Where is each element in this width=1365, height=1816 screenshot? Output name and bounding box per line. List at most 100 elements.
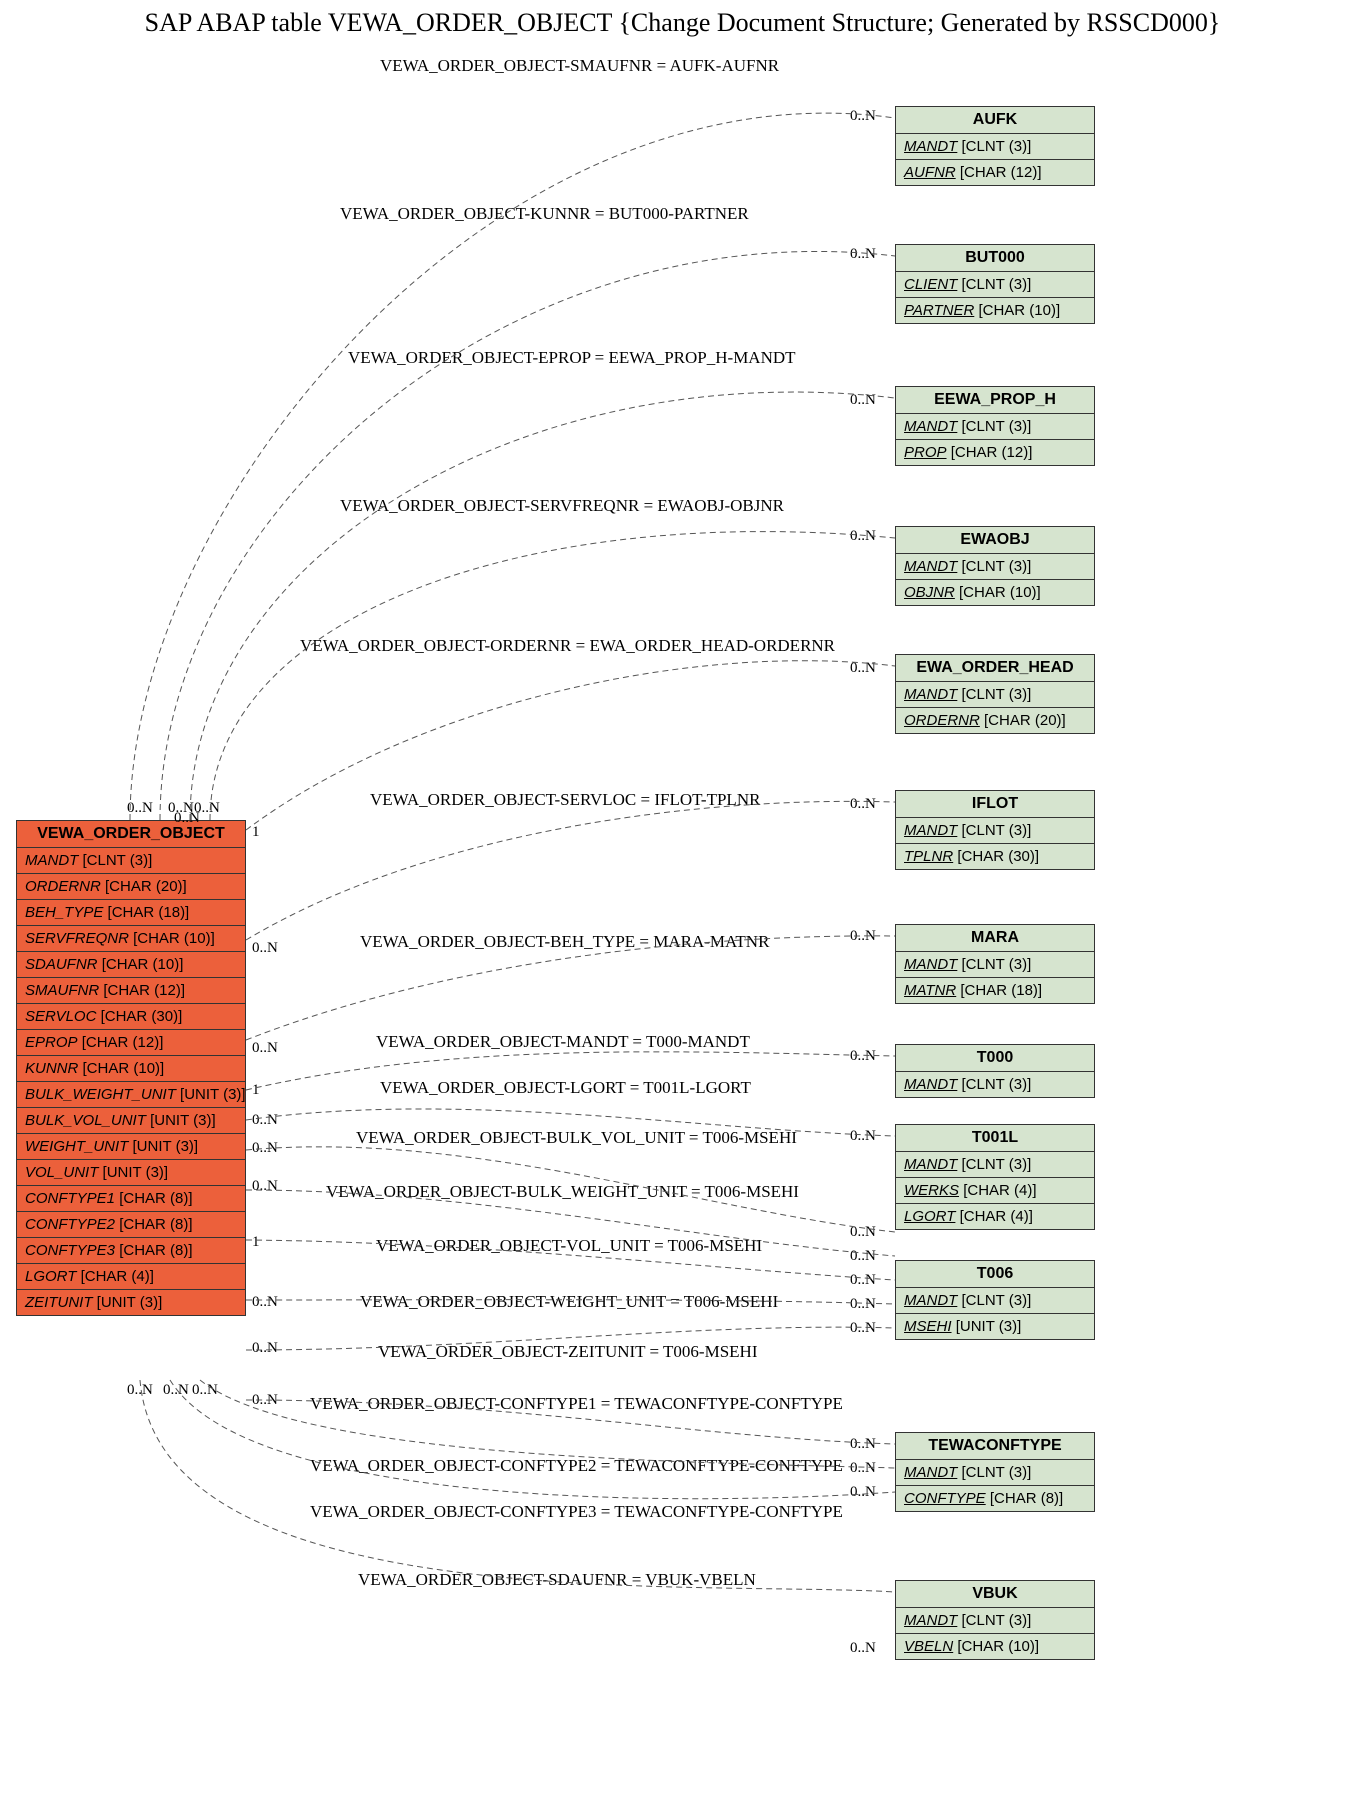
- relationship-label: VEWA_ORDER_OBJECT-SERVLOC = IFLOT-TPLNR: [370, 790, 760, 810]
- entity-field: ZEITUNIT [UNIT (3)]: [17, 1290, 245, 1315]
- relationship-label: VEWA_ORDER_OBJECT-MANDT = T000-MANDT: [376, 1032, 750, 1052]
- entity-field: MANDT [CLNT (3)]: [17, 848, 245, 874]
- relationship-label: VEWA_ORDER_OBJECT-VOL_UNIT = T006-MSEHI: [376, 1236, 762, 1256]
- entity-field: MANDT [CLNT (3)]: [896, 414, 1094, 440]
- cardinality-source: 0..N: [252, 1392, 278, 1409]
- cardinality-target: 0..N: [850, 1460, 876, 1477]
- cardinality-target: 0..N: [850, 660, 876, 677]
- entity-field: MATNR [CHAR (18)]: [896, 978, 1094, 1003]
- entity-ewaobj: EWAOBJMANDT [CLNT (3)]OBJNR [CHAR (10)]: [895, 526, 1095, 606]
- entity-vewa-order-object: VEWA_ORDER_OBJECT MANDT [CLNT (3)]ORDERN…: [16, 820, 246, 1316]
- cardinality-target: 0..N: [850, 392, 876, 409]
- entity-header: MARA: [896, 925, 1094, 952]
- cardinality-source: 0..N: [192, 1382, 218, 1399]
- relationship-label: VEWA_ORDER_OBJECT-WEIGHT_UNIT = T006-MSE…: [360, 1292, 778, 1312]
- relationship-label: VEWA_ORDER_OBJECT-KUNNR = BUT000-PARTNER: [340, 204, 749, 224]
- entity-field: MANDT [CLNT (3)]: [896, 1608, 1094, 1634]
- cardinality-source: 1: [252, 1082, 260, 1099]
- relationship-label: VEWA_ORDER_OBJECT-EPROP = EEWA_PROP_H-MA…: [348, 348, 796, 368]
- relationship-label: VEWA_ORDER_OBJECT-ZEITUNIT = T006-MSEHI: [378, 1342, 757, 1362]
- entity-field: OBJNR [CHAR (10)]: [896, 580, 1094, 605]
- entity-tewaconftype: TEWACONFTYPEMANDT [CLNT (3)]CONFTYPE [CH…: [895, 1432, 1095, 1512]
- page-title: SAP ABAP table VEWA_ORDER_OBJECT {Change…: [0, 8, 1365, 38]
- cardinality-target: 0..N: [850, 1048, 876, 1065]
- entity-field: WERKS [CHAR (4)]: [896, 1178, 1094, 1204]
- entity-header: AUFK: [896, 107, 1094, 134]
- cardinality-target: 0..N: [850, 1640, 876, 1657]
- entity-field: SMAUFNR [CHAR (12)]: [17, 978, 245, 1004]
- cardinality-target: 0..N: [850, 1320, 876, 1337]
- relationship-label: VEWA_ORDER_OBJECT-CONFTYPE3 = TEWACONFTY…: [310, 1502, 843, 1522]
- cardinality-source: 0..N: [127, 1382, 153, 1399]
- entity-header: IFLOT: [896, 791, 1094, 818]
- entity-field: PARTNER [CHAR (10)]: [896, 298, 1094, 323]
- entity-field: AUFNR [CHAR (12)]: [896, 160, 1094, 185]
- cardinality-target: 0..N: [850, 1436, 876, 1453]
- entity-field: LGORT [CHAR (4)]: [896, 1204, 1094, 1229]
- entity-t006: T006MANDT [CLNT (3)]MSEHI [UNIT (3)]: [895, 1260, 1095, 1340]
- entity-field: LGORT [CHAR (4)]: [17, 1264, 245, 1290]
- relationship-label: VEWA_ORDER_OBJECT-CONFTYPE2 = TEWACONFTY…: [310, 1456, 843, 1476]
- entity-vbuk: VBUKMANDT [CLNT (3)]VBELN [CHAR (10)]: [895, 1580, 1095, 1660]
- entity-field: ORDERNR [CHAR (20)]: [896, 708, 1094, 733]
- relationship-label: VEWA_ORDER_OBJECT-BULK_VOL_UNIT = T006-M…: [356, 1128, 797, 1148]
- cardinality-target: 0..N: [850, 796, 876, 813]
- entity-field: PROP [CHAR (12)]: [896, 440, 1094, 465]
- cardinality-target: 0..N: [850, 1296, 876, 1313]
- entity-field: CONFTYPE [CHAR (8)]: [896, 1486, 1094, 1511]
- entity-field: MANDT [CLNT (3)]: [896, 952, 1094, 978]
- entity-ewa_order_head: EWA_ORDER_HEADMANDT [CLNT (3)]ORDERNR [C…: [895, 654, 1095, 734]
- entity-header: EWA_ORDER_HEAD: [896, 655, 1094, 682]
- entity-field: MANDT [CLNT (3)]: [896, 682, 1094, 708]
- entity-header: T006: [896, 1261, 1094, 1288]
- relationship-label: VEWA_ORDER_OBJECT-LGORT = T001L-LGORT: [380, 1078, 751, 1098]
- relationship-label: VEWA_ORDER_OBJECT-SMAUFNR = AUFK-AUFNR: [380, 56, 779, 76]
- entity-header: BUT000: [896, 245, 1094, 272]
- relationship-label: VEWA_ORDER_OBJECT-ORDERNR = EWA_ORDER_HE…: [300, 636, 835, 656]
- entity-field: MANDT [CLNT (3)]: [896, 818, 1094, 844]
- relationship-label: VEWA_ORDER_OBJECT-SERVFREQNR = EWAOBJ-OB…: [340, 496, 784, 516]
- cardinality-source: 0..N: [252, 1294, 278, 1311]
- entity-field: MSEHI [UNIT (3)]: [896, 1314, 1094, 1339]
- cardinality-target: 0..N: [850, 1484, 876, 1501]
- entity-field: CONFTYPE2 [CHAR (8)]: [17, 1212, 245, 1238]
- relationship-label: VEWA_ORDER_OBJECT-BEH_TYPE = MARA-MATNR: [360, 932, 769, 952]
- cardinality-source: 0..N: [252, 1112, 278, 1129]
- entity-field: MANDT [CLNT (3)]: [896, 134, 1094, 160]
- entity-field: MANDT [CLNT (3)]: [896, 1072, 1094, 1097]
- entity-t001l: T001LMANDT [CLNT (3)]WERKS [CHAR (4)]LGO…: [895, 1124, 1095, 1230]
- cardinality-source: 0..N: [127, 800, 153, 817]
- cardinality-source: 0..N: [163, 1382, 189, 1399]
- relationship-label: VEWA_ORDER_OBJECT-BULK_WEIGHT_UNIT = T00…: [326, 1182, 799, 1202]
- cardinality-source: 0..N: [174, 810, 200, 827]
- entity-field: VOL_UNIT [UNIT (3)]: [17, 1160, 245, 1186]
- entity-field: TPLNR [CHAR (30)]: [896, 844, 1094, 869]
- cardinality-target: 0..N: [850, 1248, 876, 1265]
- cardinality-source: 1: [252, 824, 260, 841]
- entity-header: T001L: [896, 1125, 1094, 1152]
- entity-field: CLIENT [CLNT (3)]: [896, 272, 1094, 298]
- entity-field: BEH_TYPE [CHAR (18)]: [17, 900, 245, 926]
- cardinality-target: 0..N: [850, 528, 876, 545]
- entity-field: VBELN [CHAR (10)]: [896, 1634, 1094, 1659]
- entity-field: MANDT [CLNT (3)]: [896, 1152, 1094, 1178]
- cardinality-source: 0..N: [252, 940, 278, 957]
- cardinality-source: 0..N: [252, 1140, 278, 1157]
- entity-iflot: IFLOTMANDT [CLNT (3)]TPLNR [CHAR (30)]: [895, 790, 1095, 870]
- entity-mara: MARAMANDT [CLNT (3)]MATNR [CHAR (18)]: [895, 924, 1095, 1004]
- entity-field: WEIGHT_UNIT [UNIT (3)]: [17, 1134, 245, 1160]
- entity-field: MANDT [CLNT (3)]: [896, 1288, 1094, 1314]
- entity-aufk: AUFKMANDT [CLNT (3)]AUFNR [CHAR (12)]: [895, 106, 1095, 186]
- entity-eewa_prop_h: EEWA_PROP_HMANDT [CLNT (3)]PROP [CHAR (1…: [895, 386, 1095, 466]
- entity-field: SERVLOC [CHAR (30)]: [17, 1004, 245, 1030]
- entity-header: VBUK: [896, 1581, 1094, 1608]
- entity-field: CONFTYPE1 [CHAR (8)]: [17, 1186, 245, 1212]
- cardinality-target: 0..N: [850, 928, 876, 945]
- entity-field: EPROP [CHAR (12)]: [17, 1030, 245, 1056]
- cardinality-source: 0..N: [252, 1340, 278, 1357]
- cardinality-target: 0..N: [850, 108, 876, 125]
- entity-field: MANDT [CLNT (3)]: [896, 554, 1094, 580]
- entity-field: CONFTYPE3 [CHAR (8)]: [17, 1238, 245, 1264]
- entity-header: TEWACONFTYPE: [896, 1433, 1094, 1460]
- entity-header: T000: [896, 1045, 1094, 1072]
